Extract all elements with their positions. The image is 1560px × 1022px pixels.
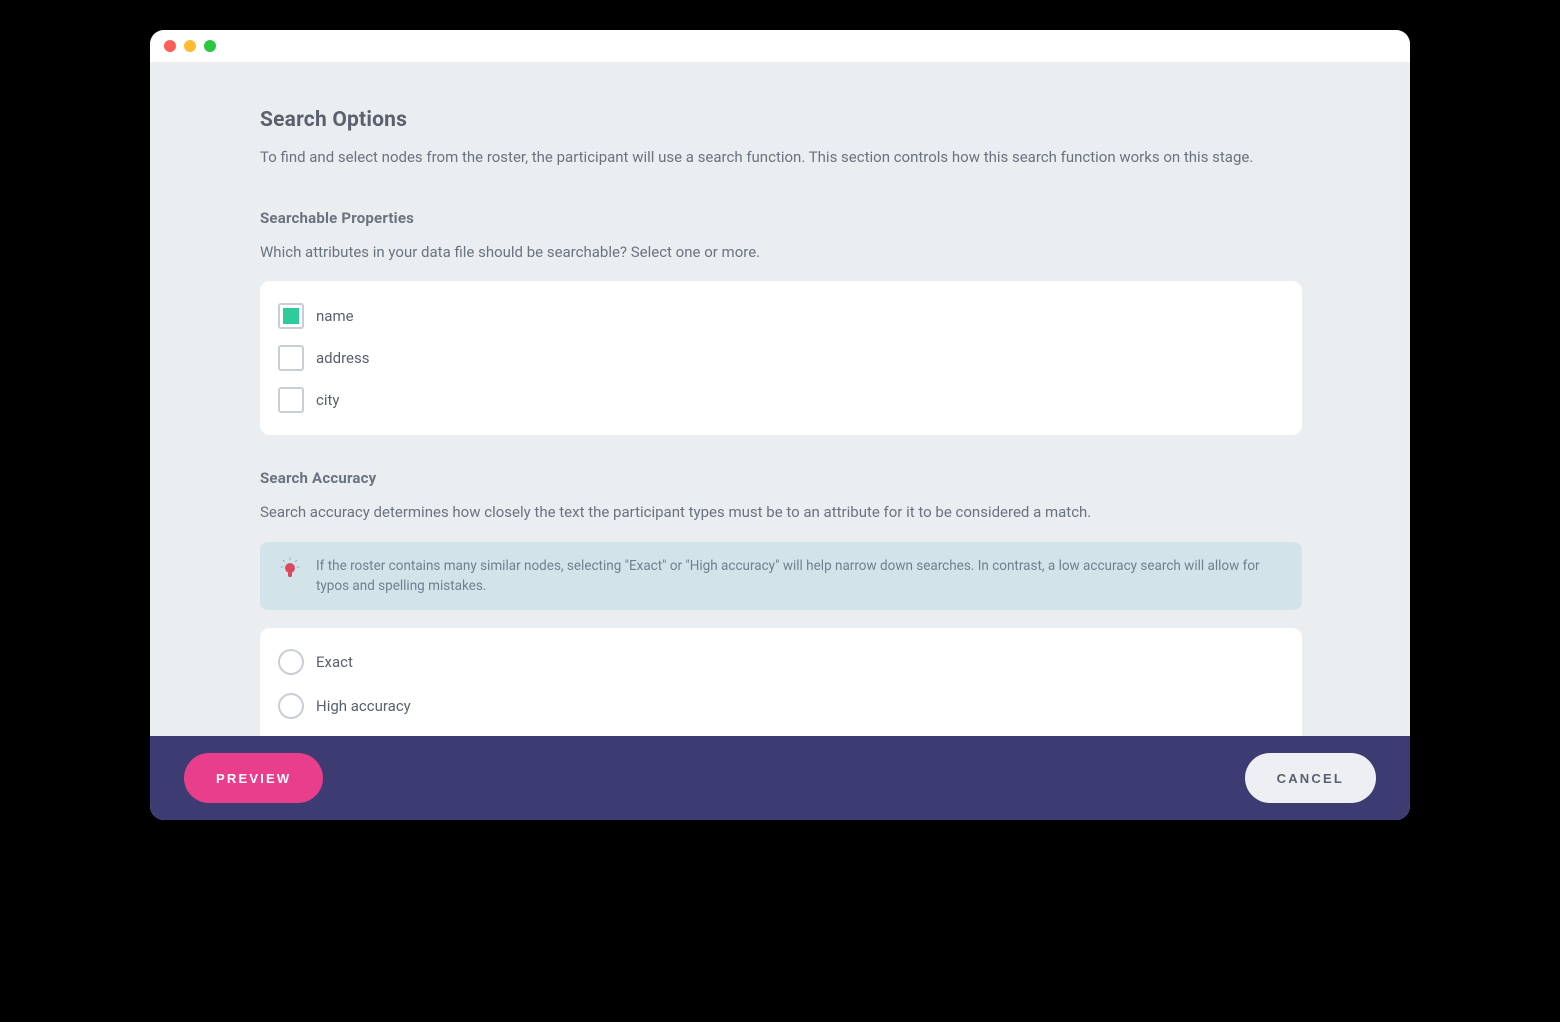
- window-zoom-icon[interactable]: [204, 40, 216, 52]
- search-accuracy-title: Search Accuracy: [260, 469, 1302, 487]
- page-title: Search Options: [260, 108, 1302, 132]
- searchable-properties-description: Which attributes in your data file shoul…: [260, 241, 1302, 264]
- search-accuracy-description: Search accuracy determines how closely t…: [260, 501, 1302, 524]
- radio-row-exact[interactable]: Exact: [278, 640, 1284, 684]
- cancel-button[interactable]: CANCEL: [1245, 753, 1376, 803]
- settings-panel: Search Options To find and select nodes …: [200, 62, 1360, 736]
- checkbox-label: city: [316, 391, 340, 409]
- radio-row-high[interactable]: High accuracy: [278, 684, 1284, 728]
- checkbox-icon: [278, 345, 304, 371]
- checkbox-row-city[interactable]: city: [278, 379, 1284, 421]
- window-titlebar: [150, 30, 1410, 62]
- checkbox-label: name: [316, 307, 354, 325]
- radio-row-medium[interactable]: Medium accuracy: [278, 728, 1284, 736]
- checkbox-row-name[interactable]: name: [278, 295, 1284, 337]
- lightbulb-icon: [278, 557, 302, 581]
- tip-text: If the roster contains many similar node…: [316, 556, 1284, 597]
- checkbox-icon: [278, 303, 304, 329]
- radio-icon: [278, 693, 304, 719]
- checkbox-icon: [278, 387, 304, 413]
- checkbox-row-address[interactable]: address: [278, 337, 1284, 379]
- tip-callout: If the roster contains many similar node…: [260, 542, 1302, 611]
- search-accuracy-card: Exact High accuracy Medium accuracy Low …: [260, 628, 1302, 736]
- preview-button[interactable]: PREVIEW: [184, 753, 323, 803]
- window-minimize-icon[interactable]: [184, 40, 196, 52]
- footer-bar: PREVIEW CANCEL: [150, 736, 1410, 820]
- searchable-properties-title: Searchable Properties: [260, 209, 1302, 227]
- window-close-icon[interactable]: [164, 40, 176, 52]
- radio-label: Exact: [316, 653, 353, 671]
- content-area: Search Options To find and select nodes …: [150, 62, 1410, 736]
- checkbox-label: address: [316, 349, 369, 367]
- searchable-properties-card: name address city: [260, 281, 1302, 435]
- page-description: To find and select nodes from the roster…: [260, 146, 1302, 169]
- radio-label: High accuracy: [316, 697, 411, 715]
- app-window: Search Options To find and select nodes …: [150, 30, 1410, 820]
- radio-icon: [278, 649, 304, 675]
